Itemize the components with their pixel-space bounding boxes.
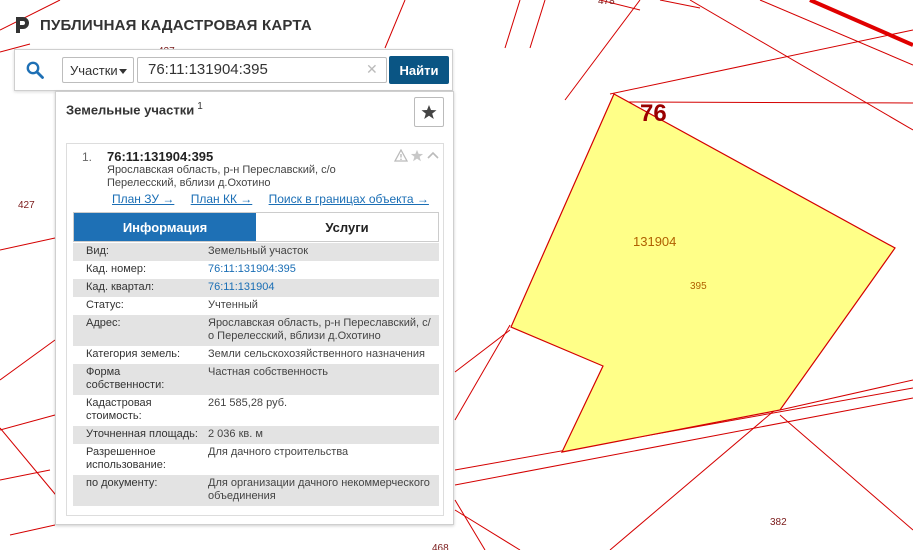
result-links: План ЗУ → План КК → Поиск в границах объ…	[112, 192, 442, 206]
search-in-bounds-link[interactable]: Поиск в границах объекта →	[269, 192, 429, 206]
search-bar: Участки 76:11:131904:395 ✕ Найти	[14, 49, 453, 91]
plan-kk-link[interactable]: План КК →	[191, 192, 253, 206]
result-tabs: Информация Услуги	[73, 212, 439, 242]
results-count: 1	[197, 101, 203, 112]
info-key: Уточненная площадь:	[73, 426, 202, 444]
quarter-number-label: 131904	[633, 234, 676, 249]
info-row: Статус: Учтенный	[73, 297, 439, 315]
info-value: Для дачного строительства	[202, 444, 439, 475]
info-value: Земельный участок	[202, 243, 439, 261]
info-row: Разрешенное использование: Для дачного ст…	[73, 444, 439, 475]
info-key: Форма собственности:	[73, 364, 202, 395]
info-key: Статус:	[73, 297, 202, 315]
info-row: Категория земель: Земли сельскохозяйствен…	[73, 346, 439, 364]
search-input[interactable]: 76:11:131904:395	[137, 57, 387, 83]
info-value: 261 585,28 руб.	[202, 395, 439, 426]
result-actions	[394, 149, 440, 162]
favorites-button[interactable]	[414, 97, 444, 127]
info-key: Адрес:	[73, 315, 202, 346]
map-label-382: 382	[770, 517, 787, 528]
info-value: Для организации дачного некоммерческого …	[202, 475, 439, 506]
info-row: по документу: Для организации дачного нек…	[73, 475, 439, 506]
result-address: Ярославская область, р-н Переславский, с…	[107, 164, 336, 189]
result-card: 1. 76:11:131904:395 Ярославская область,…	[66, 143, 444, 516]
chevron-down-icon	[119, 69, 127, 74]
plan-zu-link[interactable]: План ЗУ →	[112, 192, 174, 206]
info-key: Кад. квартал:	[73, 279, 202, 297]
info-row: Вид: Земельный участок	[73, 243, 439, 261]
info-row: Кад. квартал: 76:11:131904	[73, 279, 439, 297]
search-input-value: 76:11:131904:395	[148, 61, 268, 78]
app-header: ПУБЛИЧНАЯ КАДАСТРОВАЯ КАРТА	[14, 14, 312, 36]
warning-icon[interactable]	[394, 149, 408, 162]
chevron-up-icon[interactable]	[426, 149, 440, 162]
rosreestr-logo-icon[interactable]	[14, 16, 32, 34]
app-title: ПУБЛИЧНАЯ КАДАСТРОВАЯ КАРТА	[40, 16, 312, 34]
info-row: Кадастровая стоимость: 261 585,28 руб.	[73, 395, 439, 426]
info-value: 2 036 кв. м	[202, 426, 439, 444]
parcel-info-table: Вид: Земельный участок Кад. номер: 76:11:1…	[73, 243, 439, 506]
results-panel: Земельные участки 1 1. 76:11:131904:395 Я…	[55, 91, 454, 525]
info-value: Ярославская область, р-н Переславский, с…	[202, 315, 439, 346]
map-label-427: 427	[18, 200, 35, 211]
info-row: Форма собственности: Частная собственност…	[73, 364, 439, 395]
info-key: Разрешенное использование:	[73, 444, 202, 475]
parcel-number-label: 395	[690, 281, 707, 292]
result-cad-number[interactable]: 76:11:131904:395	[107, 149, 213, 164]
panel-title: Земельные участки 1	[66, 101, 203, 117]
map-label-top-right: 478	[598, 0, 615, 7]
star-icon	[421, 105, 437, 119]
info-key: Вид:	[73, 243, 202, 261]
info-key: Категория земель:	[73, 346, 202, 364]
result-index: 1.	[82, 150, 93, 164]
search-icon[interactable]	[23, 59, 47, 81]
info-key: Кадастровая стоимость:	[73, 395, 202, 426]
info-value: Земли сельскохозяйственного назначения	[202, 346, 439, 364]
clear-icon[interactable]: ✕	[366, 61, 378, 77]
info-row: Адрес: Ярославская область, р-н Переславс…	[73, 315, 439, 346]
info-key: по документу:	[73, 475, 202, 506]
tab-information[interactable]: Информация	[74, 213, 256, 241]
info-value: Учтенный	[202, 297, 439, 315]
panel-title-text: Земельные участки	[66, 102, 195, 118]
info-key: Кад. номер:	[73, 261, 202, 279]
star-icon[interactable]	[410, 149, 424, 162]
find-button[interactable]: Найти	[389, 56, 449, 84]
tab-services[interactable]: Услуги	[256, 213, 438, 241]
object-type-select[interactable]: Участки	[62, 57, 134, 83]
info-row: Кад. номер: 76:11:131904:395	[73, 261, 439, 279]
info-row: Уточненная площадь: 2 036 кв. м	[73, 426, 439, 444]
object-type-value: Участки	[70, 62, 118, 78]
info-value-link[interactable]: 76:11:131904	[202, 279, 439, 297]
info-value-link[interactable]: 76:11:131904:395	[202, 261, 439, 279]
info-value: Частная собственность	[202, 364, 439, 395]
region-number-label: 76	[640, 100, 667, 127]
map-label-468: 468	[432, 543, 449, 550]
